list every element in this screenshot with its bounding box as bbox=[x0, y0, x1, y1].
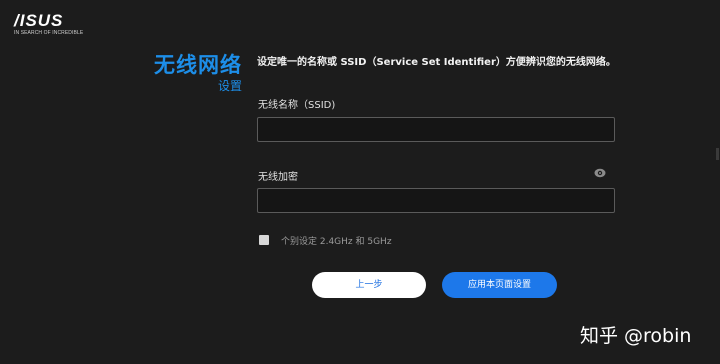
ssid-description: 设定唯一的名称或 SSID（Service Set Identifier）方便辨… bbox=[257, 57, 616, 68]
asus-logo: /ISUS IN SEARCH OF INCREDIBLE bbox=[14, 11, 84, 36]
password-input[interactable] bbox=[257, 188, 615, 213]
apply-settings-button[interactable]: 应用本页面设置 bbox=[442, 272, 557, 298]
watermark: 知乎 @robin bbox=[580, 325, 692, 347]
ssid-input[interactable] bbox=[257, 117, 615, 142]
password-label: 无线加密 bbox=[258, 172, 298, 183]
page-subtitle: 设置 bbox=[217, 79, 242, 93]
title-block: 无线网络 设置 bbox=[154, 52, 242, 93]
edge-divider bbox=[716, 148, 719, 160]
split-band-checkbox[interactable] bbox=[259, 235, 269, 245]
page-title: 无线网络 bbox=[154, 53, 242, 77]
logo-brand: /ISUS bbox=[14, 11, 64, 30]
ssid-label: 无线名称（SSID) bbox=[258, 100, 336, 111]
logo-tagline: IN SEARCH OF INCREDIBLE bbox=[14, 30, 84, 36]
back-button[interactable]: 上一步 bbox=[312, 272, 426, 298]
eye-icon[interactable] bbox=[594, 168, 606, 178]
split-band-label: 个别设定 2.4GHz 和 5GHz bbox=[281, 237, 392, 247]
